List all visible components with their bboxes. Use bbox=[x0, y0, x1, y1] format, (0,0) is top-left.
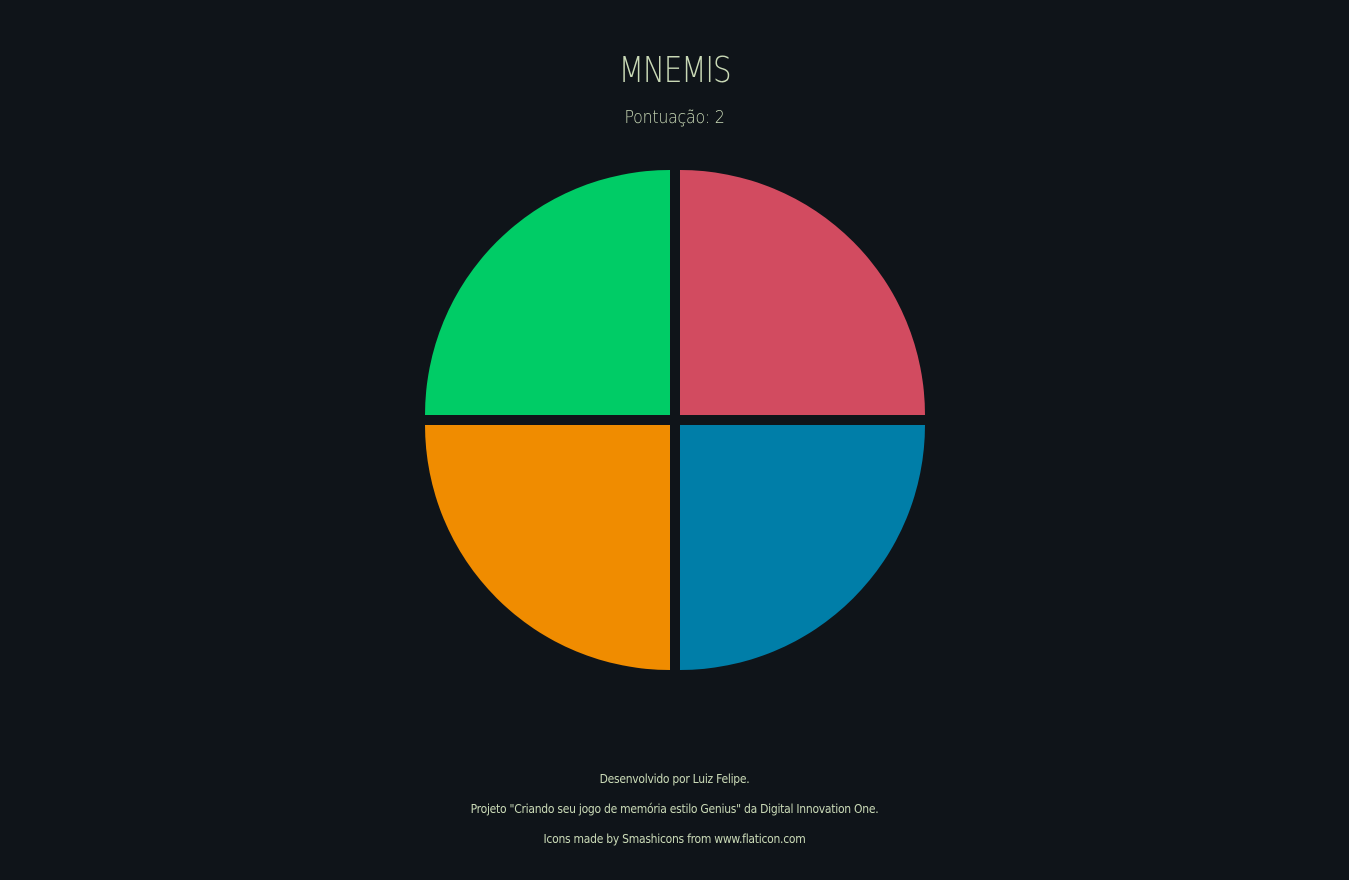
score-display: Pontuação: 2 bbox=[81, 107, 1268, 128]
footer-icons-credit: Icons made by Smashicons from www.flatic… bbox=[0, 832, 1349, 846]
footer-credit-text: Desenvolvido por Luiz Felipe. bbox=[599, 772, 750, 786]
score-value: 2 bbox=[714, 107, 725, 128]
footer-credit: Desenvolvido por Luiz Felipe. bbox=[0, 772, 1349, 786]
icons-author-link[interactable]: Smashicons bbox=[622, 832, 684, 846]
game-board bbox=[425, 170, 925, 670]
green-pad[interactable] bbox=[425, 170, 670, 415]
icons-prefix: Icons made by bbox=[543, 832, 623, 846]
flaticon-link[interactable]: www.flaticon.com bbox=[714, 832, 805, 846]
icons-mid: from bbox=[683, 832, 715, 846]
game-title: MNEMIS bbox=[618, 50, 732, 91]
blue-pad[interactable] bbox=[680, 425, 925, 670]
red-pad[interactable] bbox=[680, 170, 925, 415]
footer-project-text: Projeto "Criando seu jogo de memória est… bbox=[470, 802, 879, 816]
footer-icons-text: Icons made by Smashicons from www.flatic… bbox=[67, 832, 1281, 846]
score-label: Pontuação: bbox=[624, 107, 710, 128]
footer-project: Projeto "Criando seu jogo de memória est… bbox=[0, 802, 1349, 816]
orange-pad[interactable] bbox=[425, 425, 670, 670]
